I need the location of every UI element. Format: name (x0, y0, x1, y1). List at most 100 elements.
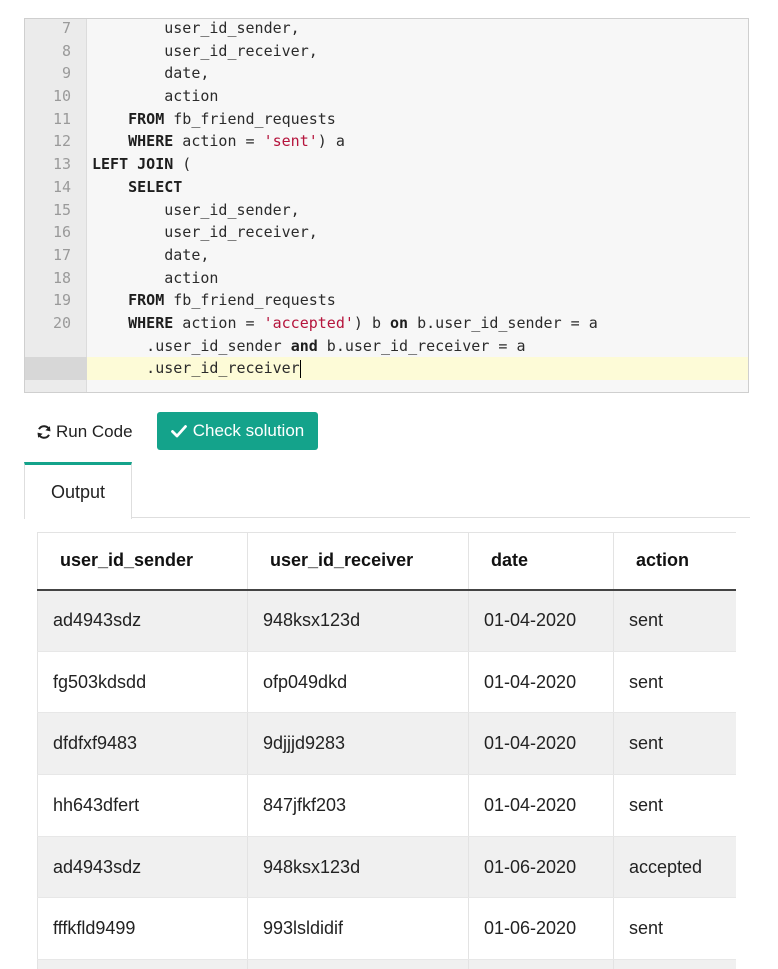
code-line[interactable]: 20 WHERE action = 'accepted') b on b.use… (25, 312, 748, 335)
table-cell: fffkfld9499 (37, 897, 248, 961)
code-token: user_id_receiver, (92, 223, 318, 242)
table-cell: ad4943sdz (37, 836, 248, 899)
line-number: 11 (52, 109, 71, 128)
code-token: ) a (317, 132, 345, 151)
code-editor[interactable]: 7 user_id_sender, 8 user_id_receiver, 9 da… (24, 18, 749, 393)
code-text: date, (92, 62, 209, 85)
line-number: 20 (52, 313, 71, 332)
column-header: action (613, 532, 736, 591)
code-line[interactable]: 12 WHERE action = 'sent') a (25, 130, 748, 153)
code-line[interactable]: 17 date, (25, 244, 748, 267)
table-cell: sent (613, 651, 736, 714)
table-cell: dfdfxf9483 (37, 712, 248, 776)
code-line[interactable]: 10 action (25, 85, 748, 108)
code-line[interactable]: 16 user_id_receiver, (25, 221, 748, 244)
code-line[interactable]: 9 date, (25, 62, 748, 85)
code-token: .user_id_receiver (92, 359, 300, 378)
code-text: SELECT (92, 176, 182, 199)
code-line[interactable]: 7 user_id_sender, (25, 19, 748, 40)
output-table: user_id_sender user_id_receiver date act… (37, 532, 736, 969)
line-number: 10 (52, 87, 71, 106)
column-header: date (468, 532, 614, 591)
code-text: user_id_sender, (92, 19, 299, 40)
table-cell: 847jfkf203 (247, 774, 469, 837)
line-number: 16 (52, 223, 71, 242)
line-number: 9 (61, 64, 71, 83)
table-cell: 01-04-2020 (468, 589, 614, 652)
code-token: user_id_sender, (92, 200, 300, 219)
table-cell: hh643dfert (37, 774, 248, 837)
line-number: 18 (52, 268, 71, 287)
table-cell: sent (613, 897, 736, 961)
line-number: 13 (52, 155, 71, 174)
code-text: LEFT JOIN ( (92, 153, 191, 176)
table-cell: 9djjjd9283 (247, 712, 469, 776)
run-code-button[interactable]: Run Code (36, 414, 133, 450)
code-token: ( (173, 155, 192, 174)
code-text: action (92, 267, 218, 290)
table-header-row: user_id_sender user_id_receiver date act… (37, 532, 736, 591)
table-cell: fg503kdsdd (37, 651, 248, 714)
active-line-gutter (25, 357, 87, 380)
sql-keyword: LEFT JOIN (92, 155, 174, 174)
output-table-container[interactable]: user_id_sender user_id_receiver date act… (37, 532, 736, 969)
code-text: action (92, 85, 218, 108)
code-line[interactable]: .user_id_receiver (25, 357, 748, 380)
code-text: .user_id_sender and b.user_id_receiver =… (92, 335, 525, 358)
code-token: user_id_receiver, (92, 41, 318, 60)
code-line[interactable]: 11 FROM fb_friend_requests (25, 108, 748, 131)
tab-output[interactable]: Output (24, 462, 132, 519)
check-solution-label: Check solution (192, 421, 305, 440)
line-number: 7 (61, 19, 71, 37)
table-cell: sent (613, 774, 736, 837)
output-tab-bar: Output (24, 462, 750, 519)
code-token: action = (173, 313, 264, 332)
code-line[interactable]: 18 action (25, 267, 748, 290)
sql-string: 'accepted' (263, 313, 354, 332)
table-cell: 01-04-2020 (468, 651, 614, 714)
code-line[interactable]: 15 user_id_sender, (25, 199, 748, 222)
sql-keyword: WHERE (128, 313, 174, 332)
code-lines[interactable]: 7 user_id_sender, 8 user_id_receiver, 9 da… (25, 19, 748, 380)
code-text: user_id_receiver, (92, 221, 318, 244)
table-cell: 01-04-2020 (468, 774, 614, 837)
sql-keyword: FROM (128, 291, 165, 310)
table-cell: 993lsldidif (247, 897, 469, 961)
table-cell (37, 959, 248, 969)
code-token: fb_friend_requests (164, 109, 336, 128)
table-row: ad4943sdz 948ksx123d 01-06-2020 accepted (37, 836, 736, 899)
check-solution-button[interactable]: Check solution (157, 412, 318, 450)
sql-string: 'sent' (263, 132, 318, 151)
line-number: 15 (52, 200, 71, 219)
code-token: date, (92, 245, 210, 264)
code-text: user_id_sender, (92, 199, 300, 222)
refresh-icon (37, 425, 51, 439)
line-number: 8 (61, 41, 71, 60)
code-token: b.user_id_sender = a (408, 313, 598, 332)
table-row: fffkfld9499 993lsldidif 01-06-2020 sent (37, 897, 736, 961)
code-line[interactable]: .user_id_sender and b.user_id_receiver =… (25, 335, 748, 358)
sql-keyword: on (390, 313, 409, 332)
code-token: fb_friend_requests (164, 291, 336, 310)
table-row: ad4943sdz 948ksx123d 01-04-2020 sent (37, 589, 736, 652)
table-cell (247, 959, 469, 969)
code-line[interactable]: 8 user_id_receiver, (25, 40, 748, 63)
table-cell: ad4943sdz (37, 589, 248, 652)
table-cell: 01-06-2020 (468, 836, 614, 899)
code-line[interactable]: 14 SELECT (25, 176, 748, 199)
code-text: FROM fb_friend_requests (92, 108, 336, 131)
code-line[interactable]: 13 LEFT JOIN ( (25, 153, 748, 176)
code-line[interactable]: 19 FROM fb_friend_requests (25, 289, 748, 312)
line-number: 12 (52, 132, 71, 151)
code-text: WHERE action = 'accepted') b on b.user_i… (92, 312, 598, 335)
table-cell (468, 959, 614, 969)
table-row: fg503kdsdd ofp049dkd 01-04-2020 sent (37, 651, 736, 714)
check-icon (170, 425, 187, 438)
code-token: action (92, 268, 219, 287)
line-number: 17 (52, 245, 71, 264)
